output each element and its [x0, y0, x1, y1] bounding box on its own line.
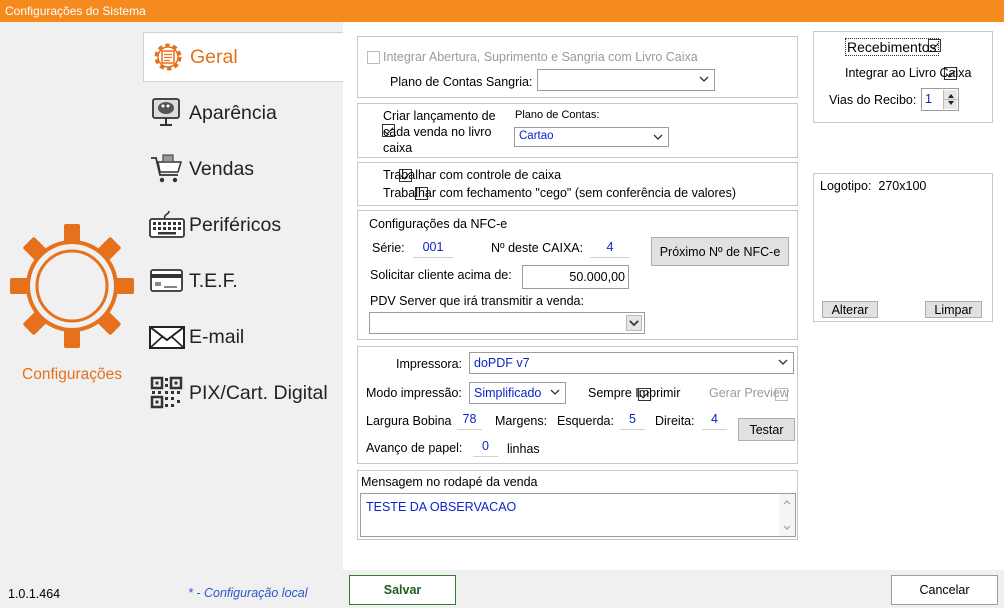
scrollbar[interactable]	[779, 494, 795, 536]
sidebar-item-label: Periféricos	[189, 213, 282, 236]
vias-recibo-label: Vias do Recibo:	[829, 93, 917, 107]
recebimentos-label: Recebimentos	[845, 38, 939, 56]
sidebar-item-label: PIX/Cart. Digital	[189, 381, 328, 404]
numero-caixa-label: Nº deste CAIXA:	[491, 241, 584, 255]
plano-contas-value: Cartao	[519, 130, 554, 142]
sempre-imprimir-label: Sempre Imprimir	[588, 386, 681, 400]
sidebar-item-pix[interactable]: PIX/Cart. Digital	[143, 368, 343, 418]
plano-sangria-label: Plano de Contas Sangria:	[390, 75, 533, 89]
largura-bobina-label: Largura Bobina	[366, 414, 452, 428]
mensagem-value: TESTE DA OBSERVACAO	[366, 500, 517, 514]
nfce-title: Configurações da NFC-e	[369, 217, 508, 231]
chevron-down-icon	[653, 134, 663, 140]
window-title: Configurações do Sistema	[0, 0, 1004, 22]
margem-direita-input[interactable]: 4	[702, 412, 727, 430]
integrar-caixa-checkbox[interactable]	[367, 51, 380, 64]
largura-bobina-input[interactable]: 78	[457, 412, 482, 430]
qr-code-icon	[149, 374, 189, 412]
integrar-livro-caixa-label: Integrar ao Livro Caixa	[845, 66, 972, 80]
avanco-papel-input[interactable]: 0	[473, 439, 498, 457]
logotipo-group	[813, 173, 993, 322]
configuracoes-gear-icon	[8, 222, 136, 353]
version-label: 1.0.1.464	[8, 587, 61, 601]
dropdown-button[interactable]	[626, 315, 642, 331]
gerar-preview-label: Gerar Preview	[709, 386, 789, 400]
avanco-papel-label: Avanço de papel:	[366, 441, 463, 455]
footer-bar	[0, 570, 1004, 608]
sidebar-item-tef[interactable]: T.E.F.	[143, 256, 343, 306]
testar-button[interactable]: Testar	[738, 418, 795, 441]
chevron-down-icon	[778, 359, 788, 365]
numero-caixa-input[interactable]: 4	[590, 240, 630, 258]
configuracoes-label: Configurações	[22, 366, 122, 383]
modo-impressao-label: Modo impressão:	[366, 386, 462, 400]
credit-card-icon	[149, 262, 189, 300]
plano-sangria-select[interactable]	[537, 69, 715, 91]
serie-label: Série:	[372, 241, 405, 255]
gear-doc-icon	[150, 38, 190, 76]
chevron-down-icon	[699, 76, 709, 82]
plano-contas-select[interactable]: Cartao	[514, 127, 669, 147]
sidebar-item-label: E-mail	[189, 325, 245, 348]
envelope-icon	[149, 318, 189, 356]
monitor-palette-icon	[149, 94, 189, 132]
cancel-button[interactable]: Cancelar	[891, 575, 998, 605]
vias-recibo-value: 1	[925, 92, 932, 106]
sidebar-item-label: Geral	[190, 45, 238, 68]
margem-esquerda-input[interactable]: 5	[620, 412, 645, 430]
pdv-server-select[interactable]	[369, 312, 645, 334]
fechamento-cego-label: Trabalhar com fechamento "cego" (sem con…	[383, 186, 737, 200]
modo-impressao-value: Simplificado	[474, 386, 542, 400]
controle-caixa-label: Trabalhar com controle de caixa	[383, 168, 562, 182]
impressora-select[interactable]: doPDF v7	[469, 352, 794, 374]
integrar-caixa-label: Integrar Abertura, Suprimento e Sangria …	[383, 50, 698, 64]
sidebar-item-label: T.E.F.	[189, 269, 238, 292]
sidebar-item-vendas[interactable]: Vendas	[143, 144, 343, 194]
serie-input[interactable]: 001	[413, 240, 453, 258]
criar-lancamento-label-1: Criar lançamento de	[383, 109, 496, 123]
solicitar-cliente-input[interactable]: 50.000,00	[522, 265, 629, 289]
spin-buttons[interactable]	[943, 90, 958, 109]
pdv-server-label: PDV Server que irá transmitir a venda:	[370, 294, 584, 308]
criar-lancamento-label-2: cada venda no livro	[383, 125, 492, 139]
solicitar-cliente-label: Solicitar cliente acima de:	[370, 268, 512, 282]
impressora-label: Impressora:	[396, 357, 462, 371]
sidebar-item-perifericos[interactable]: Periféricos	[143, 200, 343, 250]
mensagem-textarea[interactable]: TESTE DA OBSERVACAO	[360, 493, 796, 537]
linhas-label: linhas	[507, 442, 540, 456]
vias-recibo-stepper[interactable]: 1	[921, 88, 959, 111]
plano-contas-label: Plano de Contas:	[515, 109, 600, 121]
config-local-note: * - Configuração local	[188, 586, 308, 600]
criar-lancamento-label-3: caixa	[383, 141, 413, 155]
sidebar-item-label: Vendas	[189, 157, 255, 180]
margem-direita-label: Direita:	[655, 414, 695, 428]
margem-esquerda-label: Esquerda:	[557, 414, 614, 428]
impressora-value: doPDF v7	[474, 356, 530, 370]
limpar-logo-button[interactable]: Limpar	[925, 301, 982, 318]
margens-label: Margens:	[495, 414, 548, 428]
keyboard-icon	[149, 206, 189, 244]
save-button[interactable]: Salvar	[349, 575, 456, 605]
sidebar-item-email[interactable]: E-mail	[143, 312, 343, 362]
alterar-logo-button[interactable]: Alterar	[822, 301, 878, 318]
sidebar-item-geral[interactable]: Geral	[143, 32, 343, 82]
proximo-nfce-button[interactable]: Próximo Nº de NFC-e	[651, 237, 789, 266]
chevron-down-icon	[629, 320, 639, 327]
sidebar-item-label: Aparência	[189, 101, 277, 124]
chevron-down-icon	[550, 389, 560, 395]
shopping-cart-icon	[149, 150, 189, 188]
logotipo-label: Logotipo: 270x100	[820, 179, 927, 193]
mensagem-title: Mensagem no rodapé da venda	[361, 475, 538, 489]
modo-impressao-select[interactable]: Simplificado	[469, 382, 566, 404]
sidebar-item-aparencia[interactable]: Aparência	[143, 88, 343, 138]
